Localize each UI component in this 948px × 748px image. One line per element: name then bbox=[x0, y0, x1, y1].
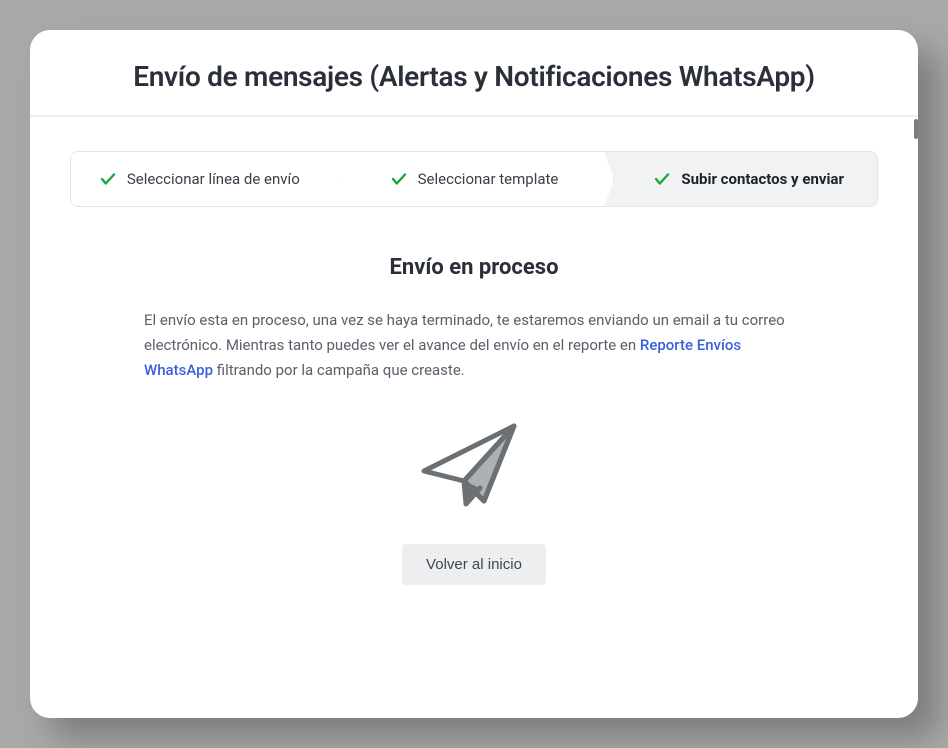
card-header: Envío de mensajes (Alertas y Notificacio… bbox=[30, 30, 918, 117]
status-title: Envío en proceso bbox=[390, 255, 559, 280]
check-icon bbox=[390, 170, 408, 188]
step-upload-send[interactable]: Subir contactos y enviar bbox=[602, 152, 877, 206]
step-select-line[interactable]: Seleccionar línea de envío bbox=[71, 152, 328, 206]
check-icon bbox=[653, 170, 671, 188]
card-body: Seleccionar línea de envío Seleccionar t… bbox=[30, 117, 918, 718]
step-label: Seleccionar template bbox=[418, 170, 559, 188]
step-select-template[interactable]: Seleccionar template bbox=[328, 152, 603, 206]
page-title: Envío de mensajes (Alertas y Notificacio… bbox=[70, 60, 878, 93]
back-to-start-button[interactable]: Volver al inicio bbox=[402, 544, 546, 585]
status-desc-post: filtrando por la campaña que creaste. bbox=[213, 361, 465, 379]
step-label: Seleccionar línea de envío bbox=[127, 170, 300, 188]
check-icon bbox=[99, 170, 117, 188]
paper-plane-icon bbox=[414, 416, 534, 516]
modal-card: Envío de mensajes (Alertas y Notificacio… bbox=[30, 30, 918, 718]
step-indicator: Seleccionar línea de envío Seleccionar t… bbox=[70, 151, 878, 207]
scrollbar[interactable] bbox=[914, 119, 918, 139]
step-label: Subir contactos y enviar bbox=[681, 170, 844, 188]
status-description: El envío esta en proceso, una vez se hay… bbox=[144, 308, 804, 382]
